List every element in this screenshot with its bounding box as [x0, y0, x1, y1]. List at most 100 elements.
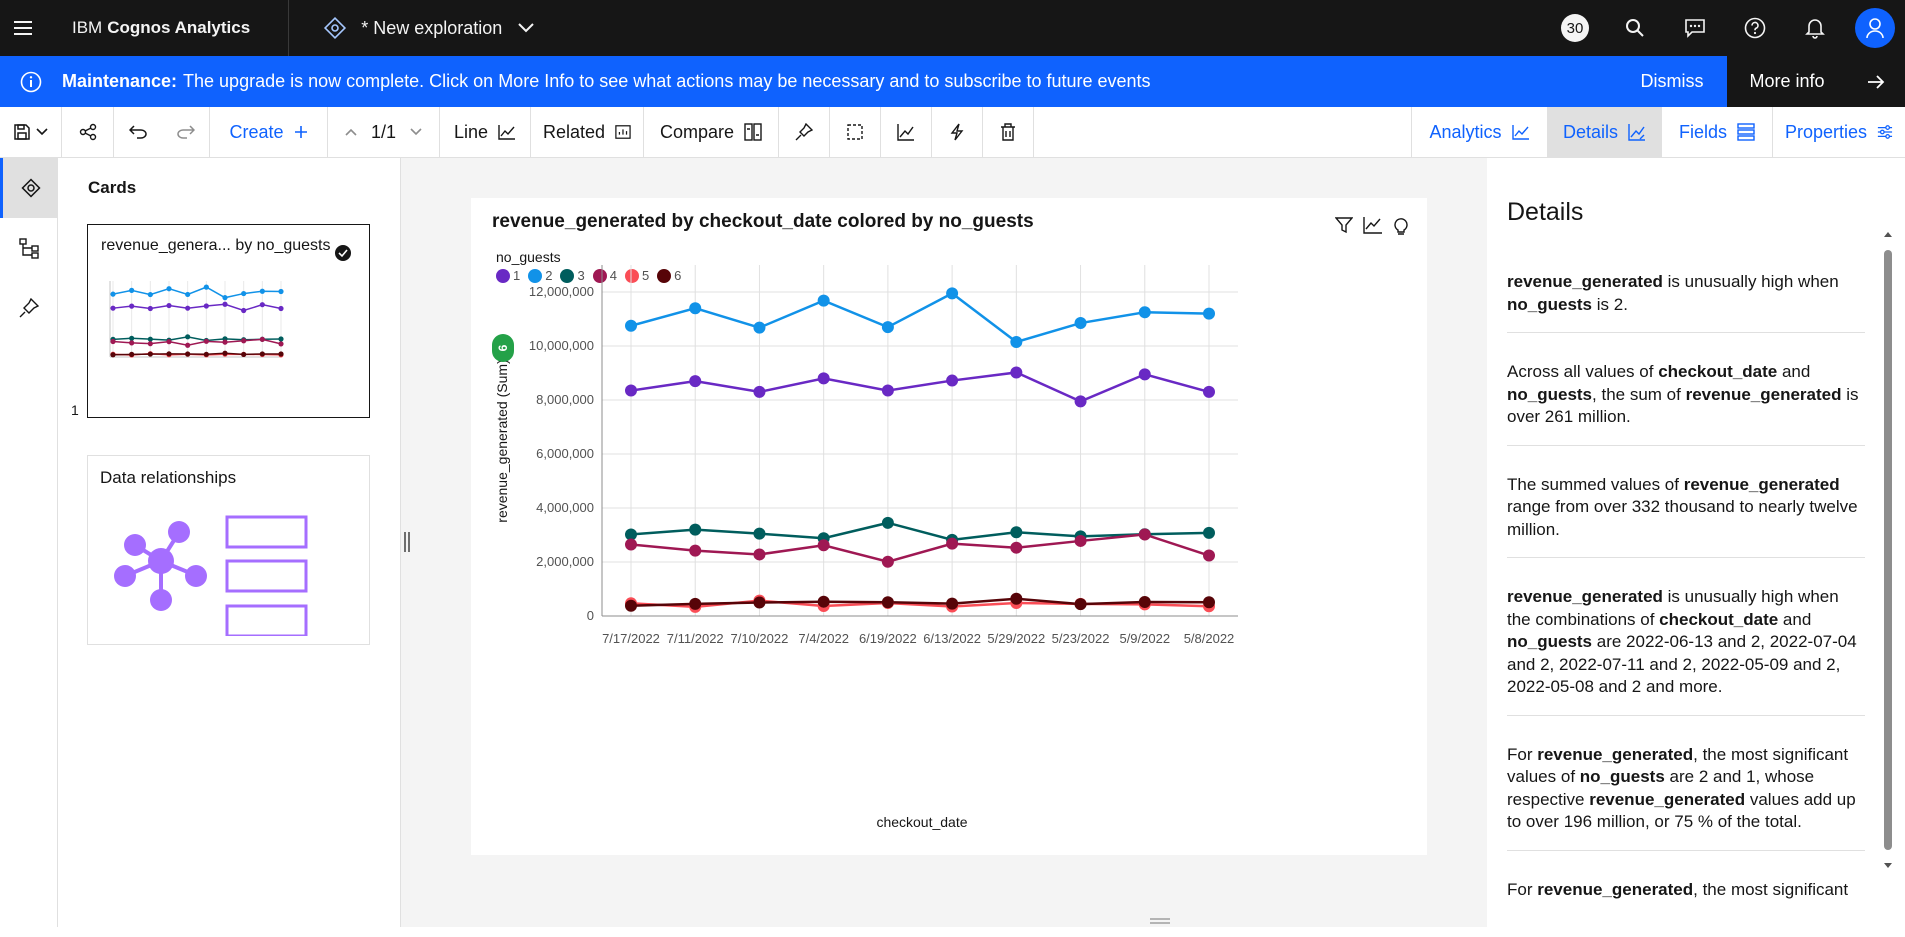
- panel-resize-handle[interactable]: [404, 532, 410, 552]
- data-point[interactable]: [1010, 541, 1023, 554]
- data-point[interactable]: [881, 384, 894, 397]
- trend-icon[interactable]: [881, 107, 932, 157]
- data-point[interactable]: [881, 555, 894, 568]
- save-menu[interactable]: [0, 107, 62, 157]
- insight-item[interactable]: For revenue_generated, the most signific…: [1507, 736, 1865, 851]
- data-point[interactable]: [1074, 598, 1087, 611]
- share-icon[interactable]: [62, 107, 114, 157]
- hierarchy-rail-button[interactable]: [0, 218, 58, 278]
- data-point[interactable]: [689, 375, 702, 388]
- properties-tab[interactable]: Properties: [1773, 107, 1905, 157]
- analytics-tab[interactable]: Analytics: [1412, 107, 1548, 157]
- data-point[interactable]: [946, 287, 959, 300]
- data-point[interactable]: [625, 384, 637, 397]
- data-point[interactable]: [1074, 395, 1087, 408]
- more-info-button[interactable]: More info: [1727, 56, 1847, 107]
- series-line-4[interactable]: [630, 533, 1210, 564]
- cards-rail-button[interactable]: [0, 158, 58, 218]
- redo-icon[interactable]: [162, 107, 210, 157]
- data-point[interactable]: [753, 527, 766, 540]
- data-point[interactable]: [817, 294, 830, 307]
- select-area-icon[interactable]: [830, 107, 881, 157]
- insight-item[interactable]: Across all values of checkout_date and n…: [1507, 353, 1865, 446]
- data-point[interactable]: [1203, 596, 1215, 609]
- chart-card[interactable]: revenue_generated by checkout_date color…: [471, 198, 1427, 855]
- user-avatar[interactable]: [1845, 0, 1905, 56]
- data-point[interactable]: [946, 374, 959, 387]
- dismiss-button[interactable]: Dismiss: [1617, 71, 1727, 92]
- data-point[interactable]: [817, 595, 830, 608]
- data-point[interactable]: [881, 321, 894, 334]
- scrollbar-thumb[interactable]: [1884, 250, 1892, 850]
- scroll-up-icon[interactable]: [1883, 230, 1893, 238]
- chat-icon[interactable]: [1665, 0, 1725, 56]
- data-point[interactable]: [817, 539, 830, 552]
- fields-tab[interactable]: Fields: [1662, 107, 1773, 157]
- exploration-switcher[interactable]: * New exploration: [289, 0, 534, 56]
- insight-item[interactable]: revenue_generated is unusually high when…: [1507, 578, 1865, 716]
- search-icon[interactable]: [1605, 0, 1665, 56]
- details-tab[interactable]: Details: [1548, 107, 1662, 157]
- chevron-down-icon[interactable]: [518, 23, 534, 33]
- data-point[interactable]: [753, 596, 766, 609]
- details-scrollbar[interactable]: [1883, 230, 1893, 870]
- card-revenue-by-guests[interactable]: revenue_genera... by no_guests: [87, 224, 370, 418]
- data-point[interactable]: [625, 599, 637, 612]
- data-point[interactable]: [1203, 526, 1215, 539]
- data-point[interactable]: [1138, 306, 1151, 319]
- data-point[interactable]: [1074, 534, 1087, 547]
- data-point[interactable]: [625, 538, 637, 551]
- help-icon[interactable]: [1725, 0, 1785, 56]
- data-point[interactable]: [1010, 335, 1023, 348]
- data-point[interactable]: [946, 537, 959, 550]
- data-point[interactable]: [689, 597, 702, 610]
- data-point[interactable]: [753, 385, 766, 398]
- data-point[interactable]: [625, 319, 637, 332]
- delete-icon[interactable]: [983, 107, 1034, 157]
- series-line-1[interactable]: [630, 371, 1210, 403]
- pins-rail-button[interactable]: [0, 278, 58, 338]
- chevron-down-icon[interactable]: [410, 128, 422, 136]
- undo-icon[interactable]: [114, 107, 162, 157]
- related-button[interactable]: Related: [531, 107, 644, 157]
- data-point[interactable]: [689, 523, 702, 536]
- insight-item[interactable]: revenue_generated is unusually high when…: [1507, 263, 1865, 333]
- hamburger-menu-icon[interactable]: [0, 0, 46, 56]
- series-line-2[interactable]: [630, 291, 1210, 344]
- data-point[interactable]: [1010, 592, 1023, 605]
- data-point[interactable]: [689, 544, 702, 557]
- bottom-resize-handle[interactable]: [1150, 918, 1170, 924]
- data-point[interactable]: [1138, 368, 1151, 381]
- data-point[interactable]: [881, 516, 894, 529]
- data-point[interactable]: [1010, 526, 1023, 539]
- data-point[interactable]: [753, 321, 766, 334]
- data-point[interactable]: [1203, 549, 1215, 562]
- card-data-relationships[interactable]: Data relationships: [87, 455, 370, 645]
- data-point[interactable]: [1203, 385, 1215, 398]
- chevron-up-icon[interactable]: [345, 128, 357, 136]
- line-chart-button[interactable]: Line: [440, 107, 531, 157]
- notifications-counter[interactable]: 30: [1545, 0, 1605, 56]
- data-point[interactable]: [1074, 317, 1087, 330]
- arrow-right-icon[interactable]: [1847, 56, 1905, 107]
- data-point[interactable]: [1138, 595, 1151, 608]
- line-chart[interactable]: 0 2,000,000 4,000,000 6,000,000 8,000,000 10,…: [471, 198, 1427, 855]
- data-point[interactable]: [753, 548, 766, 561]
- data-point[interactable]: [1010, 366, 1023, 379]
- pin-icon[interactable]: [779, 107, 830, 157]
- data-point[interactable]: [689, 302, 702, 315]
- create-button[interactable]: Create: [210, 107, 328, 157]
- data-point[interactable]: [881, 596, 894, 609]
- compare-button[interactable]: Compare: [644, 107, 779, 157]
- insights-bolt-icon[interactable]: [932, 107, 983, 157]
- data-point[interactable]: [817, 372, 830, 385]
- page-navigator[interactable]: 1/1: [328, 107, 440, 157]
- app-brand[interactable]: IBM Cognos Analytics: [46, 0, 290, 56]
- data-point[interactable]: [946, 597, 959, 610]
- insight-item[interactable]: For revenue_generated, the most signific…: [1507, 871, 1865, 918]
- insight-item[interactable]: The summed values of revenue_generated r…: [1507, 466, 1865, 558]
- data-point[interactable]: [1138, 528, 1151, 541]
- data-point[interactable]: [1203, 307, 1215, 320]
- bell-icon[interactable]: [1785, 0, 1845, 56]
- scroll-down-icon[interactable]: [1883, 862, 1893, 870]
